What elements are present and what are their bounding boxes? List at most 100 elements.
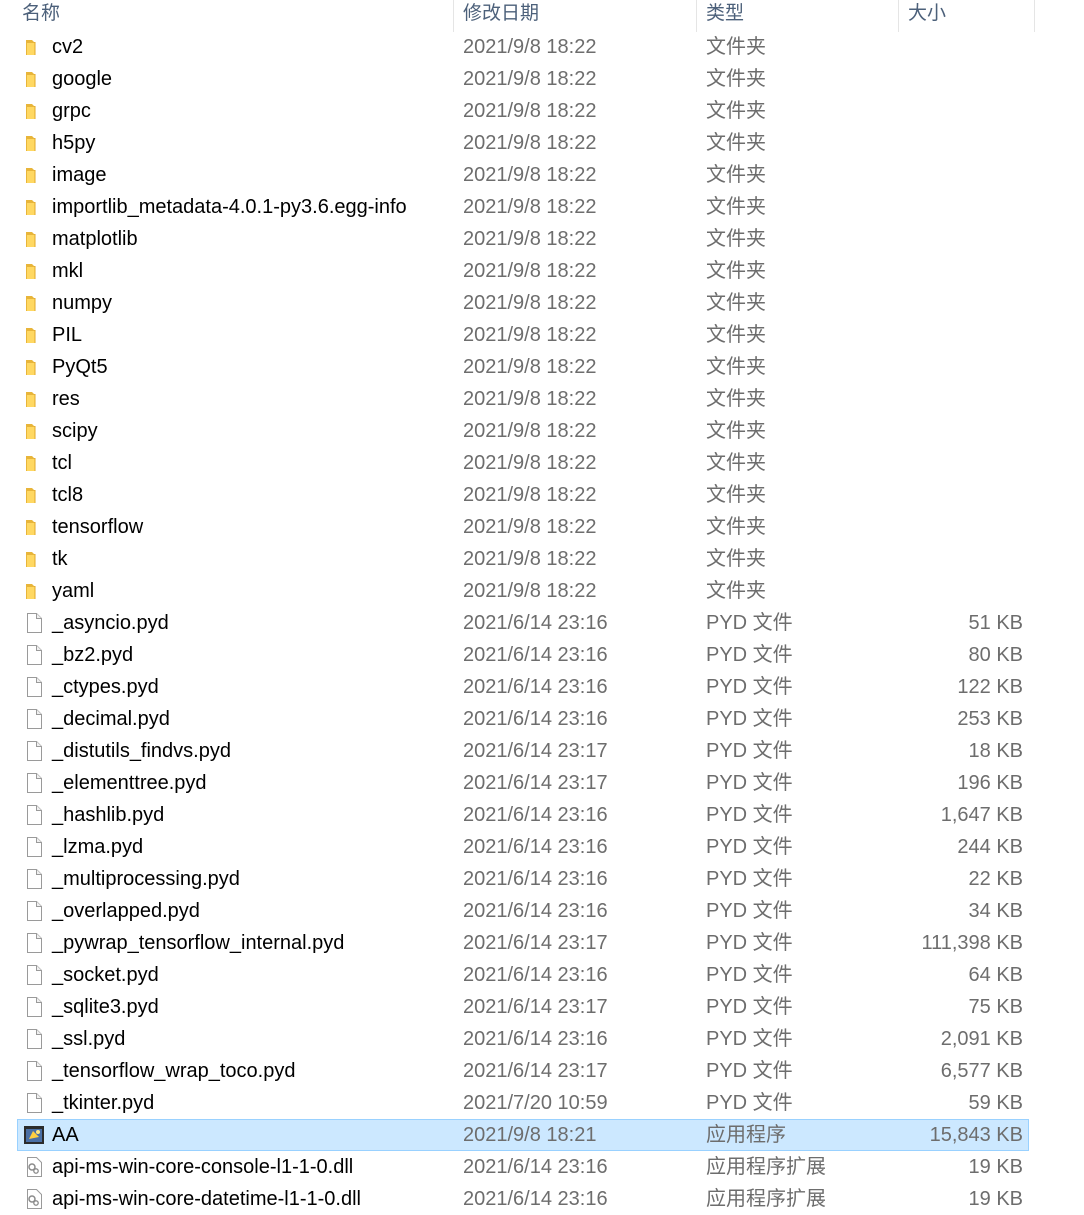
file-size <box>880 575 1023 607</box>
file-row[interactable]: numpy 2021/9/8 18:22 文件夹 <box>0 287 1084 319</box>
folder-icon <box>23 452 45 474</box>
file-row[interactable]: _socket.pyd 2021/6/14 23:16 PYD 文件 64 KB <box>0 959 1084 991</box>
file-icon <box>23 900 45 922</box>
file-date: 2021/6/14 23:17 <box>463 996 608 1018</box>
column-name-header[interactable]: 名称 <box>22 0 60 30</box>
column-type-header[interactable]: 类型 <box>706 0 744 30</box>
file-row[interactable]: _asyncio.pyd 2021/6/14 23:16 PYD 文件 51 KB <box>0 607 1084 639</box>
folder-icon <box>23 196 45 218</box>
column-divider[interactable] <box>1034 0 1035 32</box>
file-date: 2021/9/8 18:22 <box>463 516 597 538</box>
file-row[interactable]: tcl8 2021/9/8 18:22 文件夹 <box>0 479 1084 511</box>
file-row[interactable]: yaml 2021/9/8 18:22 文件夹 <box>0 575 1084 607</box>
file-row[interactable]: _hashlib.pyd 2021/6/14 23:16 PYD 文件 1,647 K… <box>0 799 1084 831</box>
file-row[interactable]: matplotlib 2021/9/8 18:22 文件夹 <box>0 223 1084 255</box>
file-row[interactable]: res 2021/9/8 18:22 文件夹 <box>0 383 1084 415</box>
file-type: 文件夹 <box>706 68 766 90</box>
file-row[interactable]: _elementtree.pyd 2021/6/14 23:17 PYD 文件 196… <box>0 767 1084 799</box>
file-size <box>880 127 1023 159</box>
file-row[interactable]: _bz2.pyd 2021/6/14 23:16 PYD 文件 80 KB <box>0 639 1084 671</box>
file-size <box>880 159 1023 191</box>
file-row[interactable]: api-ms-win-core-datetime-l1-1-0.dll 2021/… <box>0 1183 1084 1215</box>
file-row[interactable]: _lzma.pyd 2021/6/14 23:16 PYD 文件 244 KB <box>0 831 1084 863</box>
file-name: PyQt5 <box>52 356 108 378</box>
file-row[interactable]: _ssl.pyd 2021/6/14 23:16 PYD 文件 2,091 KB <box>0 1023 1084 1055</box>
folder-icon <box>23 164 45 186</box>
file-row[interactable]: _sqlite3.pyd 2021/6/14 23:17 PYD 文件 75 KB <box>0 991 1084 1023</box>
file-size: 244 KB <box>957 836 1023 858</box>
file-name: _tkinter.pyd <box>52 1092 155 1114</box>
file-date: 2021/9/8 18:22 <box>463 100 597 122</box>
file-name: mkl <box>52 260 84 282</box>
file-size: 196 KB <box>957 772 1023 794</box>
file-row[interactable]: api-ms-win-core-console-l1-1-0.dll 2021/6… <box>0 1151 1084 1183</box>
file-name: h5py <box>52 132 96 154</box>
folder-icon <box>23 580 45 602</box>
file-date: 2021/9/8 18:22 <box>463 452 597 474</box>
file-type: 文件夹 <box>706 228 766 250</box>
file-size: 64 KB <box>968 964 1023 986</box>
folder-icon <box>23 516 45 538</box>
file-row[interactable]: _tkinter.pyd 2021/7/20 10:59 PYD 文件 59 KB <box>0 1087 1084 1119</box>
file-row[interactable]: PIL 2021/9/8 18:22 文件夹 <box>0 319 1084 351</box>
file-type: 文件夹 <box>706 452 766 474</box>
file-row[interactable]: _tensorflow_wrap_toco.pyd 2021/6/14 23:17… <box>0 1055 1084 1087</box>
file-row[interactable]: importlib_metadata-4.0.1-py3.6.egg-info 2… <box>0 191 1084 223</box>
folder-icon <box>23 356 45 378</box>
file-row[interactable]: _distutils_findvs.pyd 2021/6/14 23:17 PYD … <box>0 735 1084 767</box>
file-size: 34 KB <box>968 900 1023 922</box>
folder-icon <box>23 100 45 122</box>
file-date: 2021/6/14 23:16 <box>463 1028 608 1050</box>
file-icon <box>23 932 45 954</box>
file-date: 2021/6/14 23:16 <box>463 1188 608 1210</box>
file-row[interactable]: _multiprocessing.pyd 2021/6/14 23:16 PYD 文… <box>0 863 1084 895</box>
file-row[interactable]: _overlapped.pyd 2021/6/14 23:16 PYD 文件 34 K… <box>0 895 1084 927</box>
folder-icon <box>23 132 45 154</box>
file-row[interactable]: grpc 2021/9/8 18:22 文件夹 <box>0 95 1084 127</box>
file-name: _asyncio.pyd <box>52 612 169 634</box>
file-date: 2021/9/8 18:22 <box>463 356 597 378</box>
file-row[interactable]: _pywrap_tensorflow_internal.pyd 2021/6/14… <box>0 927 1084 959</box>
file-row[interactable]: google 2021/9/8 18:22 文件夹 <box>0 63 1084 95</box>
file-icon <box>23 1028 45 1050</box>
dll-icon <box>23 1156 45 1178</box>
file-type: 文件夹 <box>706 388 766 410</box>
file-type: 文件夹 <box>706 516 766 538</box>
file-row[interactable]: _ctypes.pyd 2021/6/14 23:16 PYD 文件 122 KB <box>0 671 1084 703</box>
file-date: 2021/6/14 23:16 <box>463 900 608 922</box>
file-name: _hashlib.pyd <box>52 804 165 826</box>
file-type: 应用程序 <box>706 1124 786 1146</box>
file-type: 应用程序扩展 <box>706 1188 826 1210</box>
file-type: 文件夹 <box>706 484 766 506</box>
file-row[interactable]: h5py 2021/9/8 18:22 文件夹 <box>0 127 1084 159</box>
file-name: tk <box>52 548 68 570</box>
file-row[interactable]: PyQt5 2021/9/8 18:22 文件夹 <box>0 351 1084 383</box>
file-type: PYD 文件 <box>706 772 793 794</box>
column-divider[interactable] <box>898 0 899 32</box>
file-name: res <box>52 388 80 410</box>
column-date-header[interactable]: 修改日期 <box>463 0 539 30</box>
file-row[interactable]: cv2 2021/9/8 18:22 文件夹 <box>0 31 1084 63</box>
file-row[interactable]: scipy 2021/9/8 18:22 文件夹 <box>0 415 1084 447</box>
file-row[interactable]: _decimal.pyd 2021/6/14 23:16 PYD 文件 253 KB <box>0 703 1084 735</box>
column-divider[interactable] <box>696 0 697 32</box>
file-row[interactable]: tcl 2021/9/8 18:22 文件夹 <box>0 447 1084 479</box>
file-name: _socket.pyd <box>52 964 159 986</box>
file-type: 文件夹 <box>706 324 766 346</box>
file-date: 2021/6/14 23:16 <box>463 1156 608 1178</box>
file-row[interactable]: tensorflow 2021/9/8 18:22 文件夹 <box>0 511 1084 543</box>
column-divider[interactable] <box>453 0 454 32</box>
folder-icon <box>23 260 45 282</box>
file-name: PIL <box>52 324 83 346</box>
file-type: PYD 文件 <box>706 1028 793 1050</box>
file-type: 文件夹 <box>706 100 766 122</box>
file-size: 253 KB <box>957 708 1023 730</box>
file-row[interactable]: image 2021/9/8 18:22 文件夹 <box>0 159 1084 191</box>
file-row[interactable]: mkl 2021/9/8 18:22 文件夹 <box>0 255 1084 287</box>
file-row[interactable]: AA 2021/9/8 18:21 应用程序 15,843 KB <box>0 1119 1084 1151</box>
file-type: PYD 文件 <box>706 1092 793 1114</box>
file-icon <box>23 612 45 634</box>
file-row[interactable]: tk 2021/9/8 18:22 文件夹 <box>0 543 1084 575</box>
file-name: api-ms-win-core-datetime-l1-1-0.dll <box>52 1188 361 1210</box>
column-size-header[interactable]: 大小 <box>908 0 946 30</box>
